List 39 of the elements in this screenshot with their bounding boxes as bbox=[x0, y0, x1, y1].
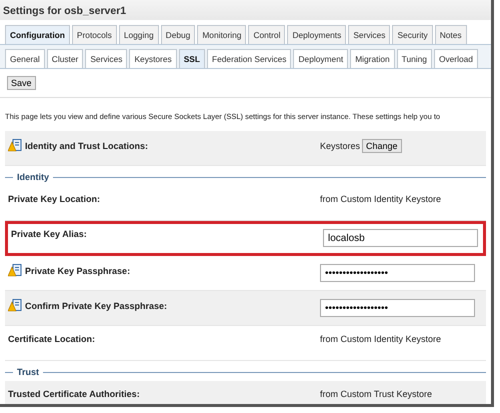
field-label: Identity and Trust Locations: bbox=[25, 140, 148, 150]
tab[interactable]: Services bbox=[348, 25, 390, 44]
field-label: Private Key Passphrase: bbox=[25, 266, 130, 276]
section-legend: Identity bbox=[17, 172, 50, 182]
change-button[interactable]: Change bbox=[362, 139, 402, 153]
field-value: from Custom Identity Keystore bbox=[320, 334, 442, 344]
field-label: Trusted Certificate Authorities: bbox=[8, 389, 140, 399]
field-value: from Custom Trust Keystore bbox=[320, 389, 432, 399]
tab[interactable]: Services bbox=[85, 49, 128, 68]
tab[interactable]: Debug bbox=[160, 25, 196, 44]
section-legend: Trust bbox=[17, 367, 40, 377]
field-label: Certificate Location: bbox=[8, 334, 96, 344]
field-value: Keystores bbox=[320, 141, 360, 151]
tab[interactable]: Deployment bbox=[293, 49, 348, 68]
tab[interactable]: Protocols bbox=[72, 25, 117, 44]
tab[interactable]: Cluster bbox=[46, 49, 84, 68]
save-button[interactable]: Save bbox=[7, 76, 36, 90]
tab[interactable]: Control bbox=[248, 25, 286, 44]
tab[interactable]: Keystores bbox=[129, 49, 177, 68]
field-label: Confirm Private Key Passphrase: bbox=[25, 300, 168, 310]
tab[interactable]: Overload bbox=[434, 49, 478, 68]
tab[interactable]: General bbox=[5, 49, 45, 68]
tab[interactable]: SSL bbox=[178, 49, 205, 68]
input-field[interactable]: •••••••••••••••••• bbox=[320, 299, 475, 317]
tab[interactable]: Configuration bbox=[5, 25, 70, 44]
input-field[interactable]: localosb bbox=[323, 229, 478, 247]
tab[interactable]: Notes bbox=[434, 25, 467, 44]
tab[interactable]: Security bbox=[392, 25, 433, 44]
tab[interactable]: Monitoring bbox=[197, 25, 246, 44]
field-label: Private Key Alias: bbox=[11, 229, 87, 239]
window-title: Settings for osb_server1 bbox=[0, 0, 491, 20]
tab[interactable]: Deployments bbox=[287, 25, 346, 44]
input-field[interactable]: •••••••••••••••••• bbox=[320, 264, 475, 282]
field-label: Private Key Location: bbox=[8, 194, 100, 204]
tab[interactable]: Tuning bbox=[396, 49, 432, 68]
tab[interactable]: Logging bbox=[118, 25, 159, 44]
tab[interactable]: Federation Services bbox=[207, 49, 292, 68]
tab[interactable]: Migration bbox=[350, 49, 395, 68]
field-value: from Custom Identity Keystore bbox=[320, 194, 442, 204]
